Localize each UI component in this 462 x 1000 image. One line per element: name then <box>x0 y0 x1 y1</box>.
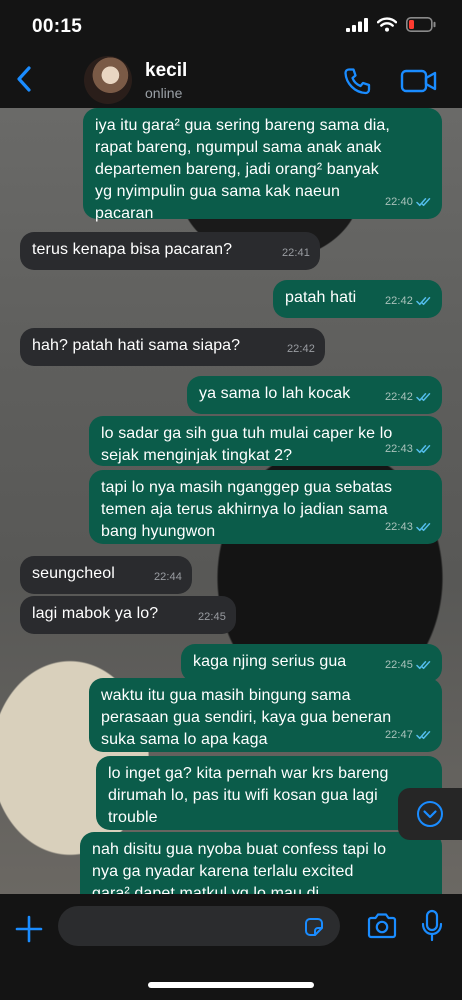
double-check-read-icon <box>416 297 431 306</box>
phone-call-icon[interactable] <box>342 66 372 96</box>
double-check-read-icon <box>416 523 431 532</box>
message-text: lagi mabok ya lo? <box>32 605 159 622</box>
message-time: 22:45 <box>197 611 226 623</box>
signal-icon <box>346 17 368 32</box>
message-time: 22:41 <box>281 247 310 259</box>
contact-avatar[interactable] <box>84 56 132 104</box>
message-text: waktu itu gua masih bingung sama perasaa… <box>101 687 392 748</box>
scroll-to-bottom-button[interactable] <box>398 788 462 840</box>
message-bubble-outgoing[interactable]: tapi lo nya masih nganggep gua sebatas t… <box>89 470 442 544</box>
contact-name[interactable]: kecil <box>145 60 187 82</box>
message-time: 22:43 <box>384 443 413 455</box>
message-bubble-incoming[interactable]: lagi mabok ya lo? 22:45 <box>20 596 236 634</box>
message-bubble-outgoing[interactable]: lo inget ga? kita pernah war krs bareng … <box>96 756 442 830</box>
message-text: lo sadar ga sih gua tuh mulai caper ke l… <box>101 425 393 464</box>
message-bubble-incoming[interactable]: hah? patah hati sama siapa? 22:42 <box>20 328 325 366</box>
message-meta: 22:42 <box>385 386 432 408</box>
message-time: 22:44 <box>153 571 182 583</box>
message-text: tapi lo nya masih nganggep gua sebatas t… <box>101 479 393 540</box>
message-bubble-outgoing[interactable]: lo sadar ga sih gua tuh mulai caper ke l… <box>89 416 442 466</box>
plus-attach-icon[interactable] <box>14 914 44 944</box>
message-time: 22:40 <box>384 196 413 208</box>
status-time: 00:15 <box>32 16 83 37</box>
message-time: 22:42 <box>384 391 413 403</box>
message-meta: 22:47 <box>385 724 432 746</box>
back-chevron-icon[interactable] <box>12 64 38 94</box>
message-bubble-outgoing[interactable]: patah hati 22:42 <box>273 280 442 318</box>
message-bubble-outgoing[interactable]: nah disitu gua nyoba buat confess tapi l… <box>80 832 442 894</box>
double-check-read-icon <box>416 661 431 670</box>
message-time: 22:47 <box>384 729 413 741</box>
message-time: 22:43 <box>384 521 413 533</box>
message-time: 22:42 <box>286 343 315 355</box>
chat-header: kecil online <box>0 52 462 108</box>
microphone-icon[interactable] <box>420 909 444 943</box>
message-meta: 22:43 <box>385 438 432 460</box>
double-check-read-icon <box>416 445 431 454</box>
camera-icon[interactable] <box>366 912 398 940</box>
message-bubble-incoming[interactable]: terus kenapa bisa pacaran? 22:41 <box>20 232 320 270</box>
double-check-read-icon <box>416 198 431 207</box>
message-time: 22:45 <box>384 659 413 671</box>
message-bubble-outgoing[interactable]: waktu itu gua masih bingung sama perasaa… <box>89 678 442 752</box>
chat-messages-area[interactable]: iya itu gara² gua sering bareng sama dia… <box>0 108 462 894</box>
message-bubble-outgoing[interactable]: kaga njing serius gua 22:45 <box>181 644 442 682</box>
message-bubble-incoming[interactable]: seungcheol 22:44 <box>20 556 192 594</box>
wifi-icon <box>377 17 397 32</box>
message-meta: 22:44 <box>154 566 182 588</box>
message-meta: 22:45 <box>198 606 226 628</box>
message-text: nah disitu gua nyoba buat confess tapi l… <box>92 841 387 894</box>
message-meta: 22:42 <box>385 290 432 312</box>
message-text: terus kenapa bisa pacaran? <box>32 241 233 258</box>
status-bar: 00:15 <box>0 0 462 52</box>
double-check-read-icon <box>416 393 431 402</box>
home-indicator <box>148 982 314 988</box>
message-meta: 22:42 <box>287 338 315 360</box>
sticker-icon[interactable] <box>303 916 325 938</box>
message-meta: 22:41 <box>282 242 310 264</box>
video-call-icon[interactable] <box>400 67 438 95</box>
double-check-read-icon <box>416 731 431 740</box>
whatsapp-chat-screen: 00:15 kecil online iya itu gara² gua ser… <box>0 0 462 1000</box>
status-icons <box>346 17 436 32</box>
message-meta: 22:43 <box>385 516 432 538</box>
message-time: 22:42 <box>384 295 413 307</box>
message-meta: 22:45 <box>385 654 432 676</box>
message-meta: 22:40 <box>385 191 432 213</box>
message-text-input[interactable] <box>58 906 340 946</box>
message-bubble-outgoing[interactable]: iya itu gara² gua sering bareng sama dia… <box>83 108 442 222</box>
message-text: hah? patah hati sama siapa? <box>32 337 241 354</box>
chevron-down-circle-icon <box>417 801 443 827</box>
message-text: lo inget ga? kita pernah war krs bareng … <box>108 765 389 826</box>
message-text: iya itu gara² gua sering bareng sama dia… <box>95 117 390 222</box>
message-bubble-outgoing[interactable]: ya sama lo lah kocak 22:42 <box>187 376 442 414</box>
battery-icon <box>406 17 436 32</box>
message-input-bar <box>0 894 462 1000</box>
contact-online-status: online <box>145 85 183 101</box>
